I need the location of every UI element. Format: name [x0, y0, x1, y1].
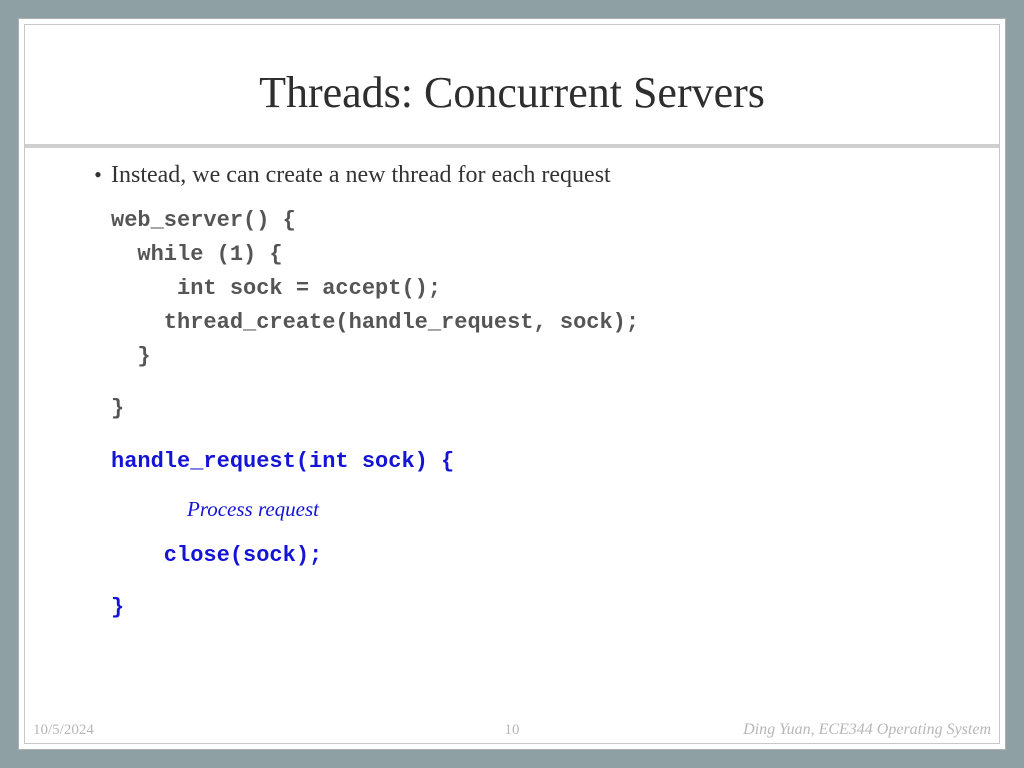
code-line-highlight: handle_request(int sock) { [111, 445, 939, 479]
code-line: int sock = accept(); [111, 272, 939, 306]
code-line-highlight: close(sock); [111, 539, 939, 573]
slide-content: • Instead, we can create a new thread fo… [25, 148, 999, 625]
slide-outer-frame: Threads: Concurrent Servers • Instead, w… [18, 18, 1006, 750]
code-comment: Process request [111, 493, 939, 526]
code-line: } [111, 340, 939, 374]
code-line: } [111, 392, 939, 426]
spacer [111, 573, 939, 591]
code-block: web_server() { while (1) { int sock = ac… [111, 204, 939, 625]
spacer [111, 427, 939, 445]
code-line: web_server() { [111, 204, 939, 238]
bullet-dot-icon: • [85, 160, 111, 190]
slide-footer: 10/5/2024 10 Ding Yuan, ECE344 Operating… [25, 719, 999, 739]
code-line: while (1) { [111, 238, 939, 272]
code-line: thread_create(handle_request, sock); [111, 306, 939, 340]
slide-inner-frame: Threads: Concurrent Servers • Instead, w… [24, 24, 1000, 744]
slide-title: Threads: Concurrent Servers [25, 25, 999, 144]
bullet-item: • Instead, we can create a new thread fo… [85, 160, 939, 190]
footer-credit: Ding Yuan, ECE344 Operating System [743, 721, 991, 739]
spacer [111, 374, 939, 392]
code-line-highlight: } [111, 591, 939, 625]
bullet-text: Instead, we can create a new thread for … [111, 160, 611, 190]
